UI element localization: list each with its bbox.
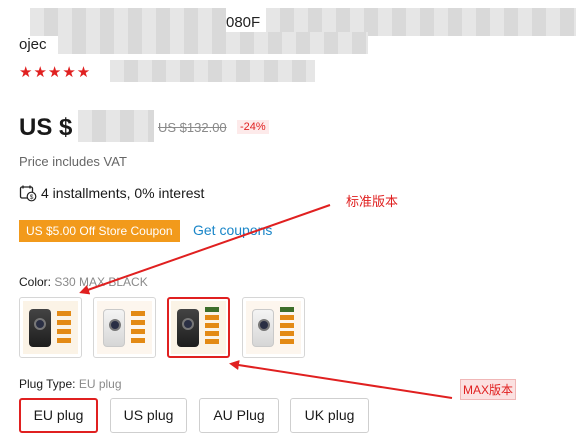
annotation-max-version: MAX版本 xyxy=(460,379,517,400)
arrow-to-max-thumb xyxy=(229,360,453,399)
arrow-to-standard-thumb xyxy=(79,204,331,295)
annotation-arrows xyxy=(79,204,453,399)
annotation-standard-version: 标准版本 xyxy=(346,194,399,209)
